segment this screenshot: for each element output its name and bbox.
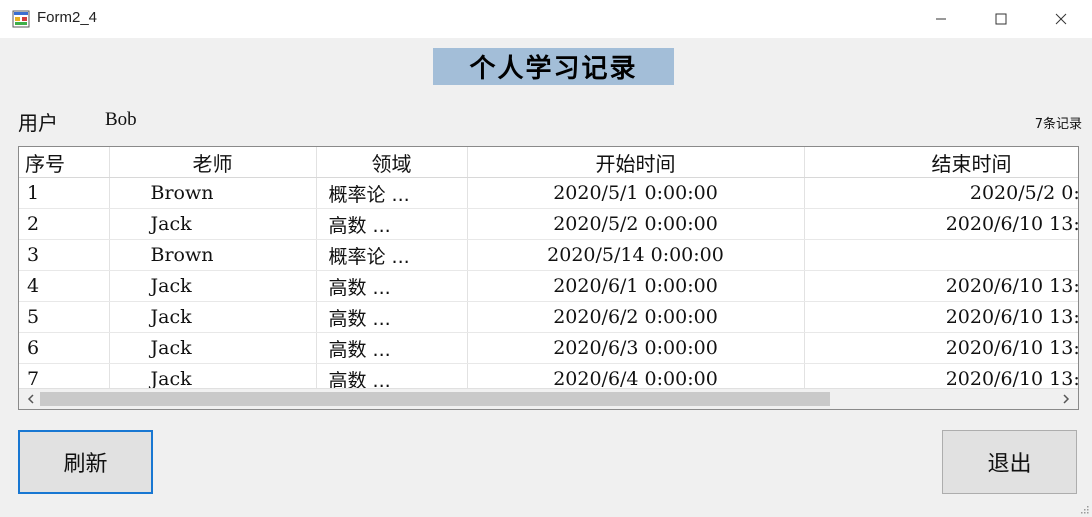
- cell-end-time[interactable]: 2020/5/2 0:00:00: [804, 177, 1078, 209]
- records-grid[interactable]: 序号 老师 领域 开始时间 结束时间 1 Brown 概率论 ... 2020/…: [18, 146, 1079, 410]
- cell-id[interactable]: 5: [19, 301, 110, 333]
- cell-id[interactable]: 1: [19, 177, 110, 209]
- horizontal-scrollbar[interactable]: [19, 388, 1078, 409]
- cell-field[interactable]: 高数 ...: [316, 301, 468, 333]
- cell-end-time[interactable]: 2020/6/10 13:14:16: [804, 208, 1078, 240]
- maximize-button[interactable]: [978, 0, 1024, 38]
- column-header-start-time[interactable]: 开始时间: [467, 147, 805, 178]
- cell-field[interactable]: 概率论 ...: [316, 177, 468, 209]
- cell-start-time[interactable]: 2020/5/1 0:00:00: [467, 177, 805, 209]
- column-header-teacher[interactable]: 老师: [109, 147, 317, 178]
- cell-field[interactable]: 高数 ...: [316, 332, 468, 364]
- cell-end-time[interactable]: [804, 239, 1078, 271]
- scroll-right-button[interactable]: [1056, 389, 1076, 409]
- minimize-button[interactable]: [918, 0, 964, 38]
- chevron-right-icon: [1063, 394, 1070, 404]
- cell-id[interactable]: 3: [19, 239, 110, 271]
- cell-start-time[interactable]: 2020/6/4 0:00:00: [467, 363, 805, 389]
- close-icon: [1055, 13, 1067, 25]
- cell-start-time[interactable]: 2020/5/14 0:00:00: [467, 239, 805, 271]
- column-header-id[interactable]: 序号: [19, 147, 110, 178]
- table-row[interactable]: 2 Jack 高数 ... 2020/5/2 0:00:00 2020/6/10…: [19, 208, 1078, 240]
- scrollbar-thumb[interactable]: [40, 392, 830, 406]
- cell-id[interactable]: 7: [19, 363, 110, 389]
- cell-teacher[interactable]: Jack: [109, 270, 317, 302]
- cell-start-time[interactable]: 2020/5/2 0:00:00: [467, 208, 805, 240]
- table-row[interactable]: 3 Brown 概率论 ... 2020/5/14 0:00:00: [19, 239, 1078, 271]
- cell-start-time[interactable]: 2020/6/2 0:00:00: [467, 301, 805, 333]
- header-row: 序号 老师 领域 开始时间 结束时间: [19, 147, 1078, 178]
- minimize-icon: [936, 18, 946, 20]
- user-label: 用户: [18, 111, 58, 135]
- column-header-field[interactable]: 领域: [316, 147, 468, 178]
- table-row[interactable]: 1 Brown 概率论 ... 2020/5/1 0:00:00 2020/5/…: [19, 177, 1078, 209]
- user-value: Bob: [105, 109, 137, 130]
- cell-start-time[interactable]: 2020/6/3 0:00:00: [467, 332, 805, 364]
- exit-button[interactable]: 退出: [942, 430, 1077, 494]
- scroll-left-button[interactable]: [21, 389, 41, 409]
- refresh-button[interactable]: 刷新: [18, 430, 153, 494]
- cell-id[interactable]: 2: [19, 208, 110, 240]
- cell-end-time[interactable]: 2020/6/10 13:14:16: [804, 301, 1078, 333]
- cell-id[interactable]: 6: [19, 332, 110, 364]
- maximize-icon: [995, 13, 1007, 25]
- cell-teacher[interactable]: Jack: [109, 332, 317, 364]
- column-header-end-time[interactable]: 结束时间: [804, 147, 1078, 178]
- cell-end-time[interactable]: 2020/6/10 13:14:16: [804, 363, 1078, 389]
- table-row[interactable]: 5 Jack 高数 ... 2020/6/2 0:00:00 2020/6/10…: [19, 301, 1078, 333]
- cell-field[interactable]: 高数 ...: [316, 270, 468, 302]
- title-bar[interactable]: Form2_4: [0, 0, 1092, 38]
- cell-field[interactable]: 高数 ...: [316, 208, 468, 240]
- table-row[interactable]: 4 Jack 高数 ... 2020/6/1 0:00:00 2020/6/10…: [19, 270, 1078, 302]
- close-button[interactable]: [1038, 0, 1084, 38]
- cell-end-time[interactable]: 2020/6/10 13:14:16: [804, 332, 1078, 364]
- cell-teacher[interactable]: Brown: [109, 239, 317, 271]
- cell-end-time[interactable]: 2020/6/10 13:14:16: [804, 270, 1078, 302]
- resize-grip-icon[interactable]: [1079, 504, 1089, 514]
- cell-id[interactable]: 4: [19, 270, 110, 302]
- record-count: 7条记录: [1034, 117, 1082, 132]
- records-table: 序号 老师 领域 开始时间 结束时间 1 Brown 概率论 ... 2020/…: [19, 147, 1078, 389]
- app-form-icon: [12, 10, 30, 28]
- cell-teacher[interactable]: Jack: [109, 208, 317, 240]
- cell-start-time[interactable]: 2020/6/1 0:00:00: [467, 270, 805, 302]
- cell-field[interactable]: 概率论 ...: [316, 239, 468, 271]
- cell-field[interactable]: 高数 ...: [316, 363, 468, 389]
- cell-teacher[interactable]: Jack: [109, 301, 317, 333]
- cell-teacher[interactable]: Brown: [109, 177, 317, 209]
- cell-teacher[interactable]: Jack: [109, 363, 317, 389]
- window-title: Form2_4: [37, 9, 98, 26]
- table-row[interactable]: 7 Jack 高数 ... 2020/6/4 0:00:00 2020/6/10…: [19, 363, 1078, 389]
- form-heading: 个人学习记录: [433, 48, 674, 85]
- chevron-left-icon: [27, 394, 34, 404]
- table-row[interactable]: 6 Jack 高数 ... 2020/6/3 0:00:00 2020/6/10…: [19, 332, 1078, 364]
